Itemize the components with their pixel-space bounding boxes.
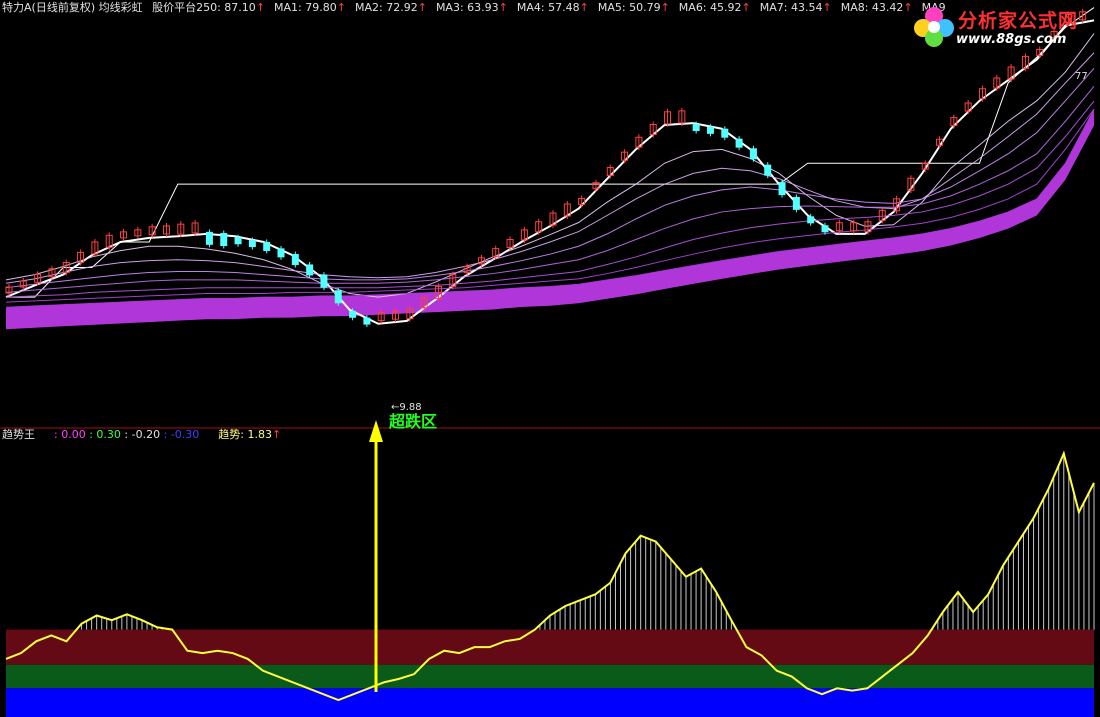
- down-candle: [792, 196, 800, 210]
- ma-value: 57.48: [544, 1, 580, 14]
- down-candle: [735, 138, 743, 148]
- oversold-zone-annotation: 超跌区: [389, 412, 438, 431]
- ma-value: 79.80: [301, 1, 337, 14]
- zone-0.00: [6, 664, 1094, 689]
- up-arrow-icon: ↑: [255, 1, 266, 14]
- ma-line-4: [5, 67, 1095, 289]
- down-candle: [320, 274, 328, 288]
- ma-label: MA5:: [597, 1, 626, 14]
- down-candle: [363, 317, 371, 325]
- ma-label: MA7:: [759, 1, 788, 14]
- indicator-header: 趋势王 : 0.00 : 0.30 : -0.20 : -0.30 趋势: 1.…: [2, 428, 281, 442]
- ma-label: MA8:: [840, 1, 869, 14]
- high-price-label: 77: [1075, 71, 1088, 82]
- trend-up-arrow-icon: ↑: [271, 428, 282, 441]
- down-candle: [334, 290, 342, 304]
- down-candle: [721, 128, 729, 138]
- ma-item-7: MA7: 43.54↑: [760, 1, 832, 14]
- down-candle: [692, 124, 700, 132]
- up-arrow-icon: ↑: [822, 1, 832, 14]
- ma-value-list: 股价平台250: 87.10↑ MA1: 79.80↑ MA2: 72.92↑ MA3…: [146, 1, 946, 14]
- up-arrow-icon: ↑: [498, 1, 508, 14]
- arrow-head-icon: [369, 420, 383, 442]
- down-candle: [764, 164, 772, 176]
- trend-label: 趋势:: [218, 428, 244, 441]
- ma-item-1: MA1: 79.80↑: [274, 1, 346, 14]
- main-chart-header: 特力A(日线前复权) 均线彩虹 股价平台250: 87.10↑ MA1: 79.8…: [2, 1, 946, 15]
- ma-item-5: MA5: 50.79↑: [598, 1, 670, 14]
- ma-item-3: MA3: 63.93↑: [436, 1, 508, 14]
- ma-line-1: [5, 19, 1095, 325]
- zone-0.30: [6, 629, 1094, 665]
- up-arrow-icon: ↑: [660, 1, 670, 14]
- down-candle: [807, 216, 815, 224]
- ma-line-6: [5, 100, 1095, 298]
- ma-value: 72.92: [382, 1, 418, 14]
- ma-value: 87.10: [220, 1, 256, 14]
- logo-url: www.88gs.com: [956, 32, 1067, 47]
- ma-value: 43.54: [787, 1, 823, 14]
- ma-item-2: MA2: 72.92↑: [355, 1, 427, 14]
- up-arrow-icon: ↑: [579, 1, 589, 14]
- indicator-title: 趋势王: [2, 428, 35, 441]
- chart-canvas: [0, 7, 1100, 717]
- ma-line-7: [5, 108, 1095, 303]
- down-candle: [706, 126, 714, 134]
- ma-label: MA3:: [435, 1, 464, 14]
- down-candle: [277, 248, 285, 258]
- ma-line-8: [5, 109, 1095, 308]
- down-candle: [306, 264, 314, 276]
- up-arrow-icon: ↑: [741, 1, 751, 14]
- ma-label: MA4:: [516, 1, 545, 14]
- up-arrow-icon: ↑: [336, 1, 346, 14]
- down-candle: [220, 233, 228, 247]
- up-arrow-icon: ↑: [417, 1, 427, 14]
- ma-value: 43.42: [868, 1, 904, 14]
- down-candle: [205, 231, 213, 245]
- down-candle: [749, 148, 757, 160]
- ma-value: 45.92: [706, 1, 742, 14]
- logo-title: 分析家公式网: [958, 10, 1079, 32]
- indicator-level-3: : -0.30: [163, 428, 203, 441]
- ma-item-6: MA6: 45.92↑: [679, 1, 751, 14]
- ma-value: 50.79: [625, 1, 661, 14]
- down-candle: [291, 254, 299, 266]
- ma-item-4: MA4: 57.48↑: [517, 1, 589, 14]
- down-candle: [821, 225, 829, 233]
- ma-value: 63.93: [463, 1, 499, 14]
- indicator-level-0: : 0.00: [54, 428, 90, 441]
- down-candle: [263, 241, 271, 251]
- ma-label: MA2:: [354, 1, 383, 14]
- down-candle: [349, 310, 357, 318]
- zone-minus-0.20: [6, 688, 1094, 717]
- ma-label: 股价平台250:: [152, 1, 221, 14]
- down-candle: [248, 240, 256, 248]
- indicator-level-2: : -0.20: [124, 428, 164, 441]
- trend-value: 1.83: [247, 428, 272, 441]
- ma-line-2: [5, 33, 1095, 298]
- ma-line-5: [5, 86, 1095, 293]
- main-chart-title: 特力A(日线前复权) 均线彩虹: [2, 1, 143, 14]
- ma-item-0: 股价平台250: 87.10↑: [152, 1, 265, 14]
- ma-item-8: MA8: 43.42↑: [841, 1, 913, 14]
- down-candle: [234, 237, 242, 245]
- indicator-level-list: : 0.00 : 0.30 : -0.20 : -0.30: [54, 428, 203, 441]
- ma-label: MA1:: [274, 1, 302, 14]
- flower-logo-icon: [914, 7, 954, 47]
- site-logo: 分析家公式网 www.88gs.com: [912, 2, 1098, 52]
- down-candle: [778, 182, 786, 196]
- ma-label: MA6:: [678, 1, 707, 14]
- indicator-level-1: : 0.30: [89, 428, 125, 441]
